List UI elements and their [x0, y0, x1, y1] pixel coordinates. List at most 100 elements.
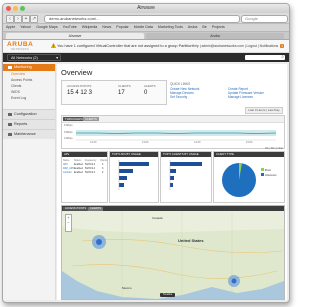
bar[interactable] [119, 169, 133, 173]
monitor-icon [8, 65, 12, 69]
top-aps-title: TOP 5 APs BY USAGE [110, 152, 158, 157]
sidebar-item-reports[interactable]: Reports [3, 119, 55, 129]
report-icon [8, 122, 12, 126]
map-header: ACCESS POINTS CLIENTS [62, 206, 284, 211]
aruba-logo-subtitle: NETWORKS [11, 48, 30, 51]
stat-label: ALERTS [144, 84, 156, 88]
stats-panel: ACCESS POINTS 15 4 12 3 CLIENTS 17 ALERT… [61, 80, 167, 105]
aruba-logo: ARUBA [7, 41, 34, 48]
ap-cluster-marker-core[interactable] [96, 239, 102, 245]
aps-table-title: APs [62, 152, 107, 157]
zoom-out-icon[interactable]: − [66, 220, 71, 225]
warning-message[interactable]: You have 1 configured VirtualController … [57, 44, 197, 48]
notification-badge[interactable]: 1 [280, 44, 284, 48]
sidebar-item-monitoring[interactable]: Monitoring [3, 64, 55, 71]
header-links[interactable]: Help | admin@arubanetworks.com | Logout … [192, 44, 285, 48]
client-type-panel: CLIENT TYPE iPad Unknown [213, 151, 285, 203]
forward-icon[interactable]: › [14, 15, 22, 23]
bar[interactable] [119, 183, 124, 187]
add-bookmark-icon[interactable]: + [22, 15, 30, 23]
bookmark-link[interactable]: Aruba [188, 25, 198, 29]
top-clients-panel: TOP 5 CLIENTS BY USAGE [160, 151, 212, 203]
warning-icon [51, 43, 56, 48]
share-icon[interactable]: ↗ [30, 15, 38, 23]
sidebar-item-label: Maintenance [14, 132, 36, 136]
throughput-panel-header: THROUGHPUT CLIENTS [62, 116, 284, 123]
bookmark-link[interactable]: Mobile Data [134, 25, 153, 29]
app-search-input[interactable]: ⌕ [245, 54, 285, 60]
widget-controls[interactable]: Pin | Box | Hide [265, 147, 283, 150]
ap-cluster-marker-core[interactable] [231, 278, 237, 284]
bookmark-link[interactable]: YouTube [63, 25, 77, 29]
sidebar-item-label: Configuration [14, 112, 37, 116]
bookmark-link[interactable]: Popular [116, 25, 128, 29]
header-links-text[interactable]: Help | admin@arubanetworks.com | Logout … [192, 44, 278, 48]
table-cell[interactable]: Corridor [63, 171, 72, 175]
network-selector-label: All Networks (2) [11, 56, 38, 60]
tab-clients[interactable]: CLIENTS [83, 117, 99, 121]
network-selector[interactable]: All Networks (2) ▾ [7, 54, 61, 61]
bookmark-link[interactable]: Marketing Tools [158, 25, 183, 29]
time-tick: 15:00 [246, 141, 253, 144]
bookmark-link[interactable]: Projects [212, 25, 225, 29]
legend-item: Unknown [261, 173, 276, 177]
quick-link[interactable]: Manage Licenses [228, 95, 253, 99]
throughput-panel: THROUGHPUT CLIENTS 6 Mbps 0 Mbps 4 Mbps … [61, 115, 285, 149]
tab-aruba[interactable]: Aruba [146, 33, 284, 39]
main-content: Overview ACCESS POINTS 15 4 12 3 CLIENTS… [57, 64, 287, 300]
bookmark-link[interactable]: Yahoo! [20, 25, 31, 29]
aps-table: Name Status Frequency Clients AP0 Enable… [63, 159, 107, 175]
sidebar-item-configuration[interactable]: Configuration [3, 109, 55, 119]
map-canvas[interactable] [62, 211, 284, 299]
bar[interactable] [119, 162, 149, 166]
widgets-row: Pin | Box | Hide APs Name Status Frequen… [61, 147, 285, 203]
back-icon[interactable]: ‹ [6, 15, 14, 23]
legend-label: iPad [264, 168, 271, 172]
time-tick: 12:00 [90, 141, 97, 144]
legend-item: iPad [261, 168, 270, 172]
throughput-chart [76, 130, 276, 141]
top-aps-panel: TOP 5 APs BY USAGE [109, 151, 159, 203]
bookmark-link[interactable]: Google Maps [36, 25, 57, 29]
client-type-title: CLIENT TYPE [214, 152, 284, 157]
bookmark-link[interactable]: Be [202, 25, 206, 29]
quick-links-header: QUICK LINKS [170, 82, 191, 86]
legend-label: Unknown [264, 173, 277, 177]
bar[interactable] [170, 176, 174, 180]
legend-swatch [261, 173, 264, 176]
browser-toolbar: ‹ › + ↗ demo.arubanetworks.com/... Googl… [3, 13, 289, 24]
sidebar-item-label: Reports [14, 122, 28, 126]
bookmark-link[interactable]: News [102, 25, 111, 29]
bar[interactable] [170, 169, 176, 173]
map-zoom-control[interactable]: + − [65, 214, 72, 232]
time-range-control[interactable]: Last 3 Hours | Last Day [245, 107, 283, 114]
map-panel[interactable]: ACCESS POINTS CLIENTS + − United States … [61, 205, 285, 300]
bar[interactable] [119, 176, 127, 180]
browser-search-input[interactable]: Google [241, 15, 288, 23]
table-cell: Enabled [74, 171, 83, 174]
chevron-down-icon: ▾ [56, 56, 58, 60]
search-icon: ⌕ [281, 54, 284, 60]
page-title: Overview [61, 68, 93, 77]
title-bar: Airwave [3, 4, 289, 13]
y-axis-label: 6 Mbps [64, 124, 73, 127]
bar[interactable] [170, 183, 173, 187]
bar[interactable] [170, 162, 202, 166]
stat-value: 15 4 12 3 [67, 90, 93, 96]
tab-map-clients[interactable]: CLIENTS [88, 206, 103, 211]
stat-value: 0 [144, 90, 148, 96]
table-row[interactable]: Corridor Enabled 5GHz/2.4 2 [63, 171, 106, 175]
quick-link[interactable]: Set Security [170, 95, 187, 99]
timeline-button[interactable]: Timeline [160, 293, 175, 297]
top-clients-title: TOP 5 CLIENTS BY USAGE [161, 152, 211, 157]
bookmark-link[interactable]: Wikipedia [82, 25, 98, 29]
sidebar-item-maintenance[interactable]: Maintenance [3, 129, 55, 139]
address-bar[interactable]: demo.arubanetworks.com/... [44, 15, 240, 23]
tab-airwave[interactable]: Airwave [6, 33, 144, 39]
top-clients-bar-chart [169, 160, 202, 190]
tab-map-access-points[interactable]: ACCESS POINTS [63, 206, 89, 211]
bookmark-link[interactable]: Apple [6, 25, 15, 29]
quick-links-panel: QUICK LINKS Create New Network Manage De… [170, 80, 283, 103]
maintenance-icon [8, 132, 12, 136]
wrench-icon [8, 112, 12, 116]
